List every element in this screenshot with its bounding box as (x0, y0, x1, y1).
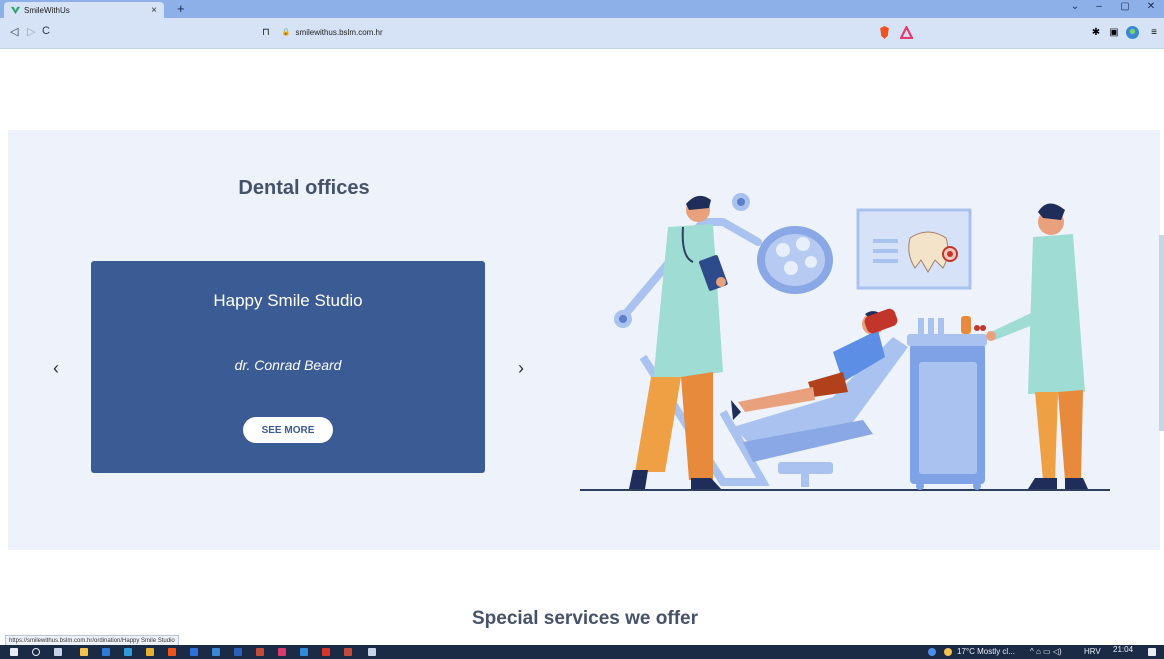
menu-icon[interactable]: ≡ (1146, 24, 1162, 40)
windows-start-icon[interactable] (10, 648, 18, 656)
app-icon[interactable] (368, 648, 376, 656)
tab-close-icon[interactable]: × (148, 5, 160, 16)
app-icon[interactable] (212, 648, 220, 656)
browser-tab-strip: SmileWithUs × + ⌄ – ▢ ✕ (0, 0, 1164, 18)
doctor-name: dr. Conrad Beard (234, 357, 342, 373)
see-more-button[interactable]: SEE MORE (243, 417, 333, 443)
sidebar-icon[interactable]: ▣ (1106, 24, 1122, 40)
clock-time[interactable]: 21:04 (1113, 645, 1133, 654)
filezilla-icon[interactable] (322, 648, 330, 656)
tray-icons[interactable]: ^ ⌂ ▭ ◁) (1030, 647, 1062, 656)
page-content: Dental offices ‹ Happy Smile Studio dr. … (0, 49, 1164, 645)
close-window-icon[interactable]: ✕ (1144, 1, 1158, 12)
carousel-prev-button[interactable]: ‹ (46, 358, 66, 378)
weather-text[interactable]: 17°C Mostly cl... (957, 647, 1015, 656)
office-name: Happy Smile Studio (213, 291, 363, 310)
back-icon[interactable]: ◁ (10, 25, 18, 38)
brave-shield-icon[interactable] (876, 24, 892, 40)
brave-icon[interactable] (168, 648, 176, 656)
brave-rewards-icon[interactable] (898, 24, 914, 40)
bookmark-icon[interactable]: ⊓ (262, 27, 270, 38)
weather-icon[interactable] (944, 648, 952, 656)
browser-toolbar: ◁ ▷ C ⊓ 🔒 smilewithus.bslm.com.hr ✱ ▣ ≡ (0, 18, 1164, 49)
task-view-icon[interactable] (54, 648, 62, 656)
chrome-icon[interactable] (146, 648, 154, 656)
search-icon[interactable] (32, 648, 40, 656)
reload-icon[interactable]: C (42, 25, 50, 37)
new-tab-button[interactable]: + (177, 1, 185, 16)
browser-tab[interactable]: SmileWithUs × (4, 2, 164, 18)
file-explorer-icon[interactable] (80, 648, 88, 656)
tab-search-chevron-icon[interactable]: ⌄ (1068, 1, 1082, 12)
language-indicator[interactable]: HRV (1084, 647, 1101, 656)
lock-icon: 🔒 (281, 29, 291, 36)
word-icon[interactable] (234, 648, 242, 656)
store-icon[interactable] (102, 648, 110, 656)
app-icon[interactable] (344, 648, 352, 656)
app-icon[interactable] (278, 648, 286, 656)
os-taskbar: 17°C Mostly cl... ^ ⌂ ▭ ◁) HRV 21:04 (0, 645, 1164, 659)
carousel-next-button[interactable]: › (511, 358, 531, 378)
minimize-icon[interactable]: – (1092, 1, 1106, 12)
status-link-preview: https://smilewithus.bslm.com.hr/ordinati… (5, 635, 179, 645)
address-bar[interactable]: ⊓ 🔒 smilewithus.bslm.com.hr (262, 23, 962, 41)
special-services-heading: Special services we offer (471, 608, 698, 629)
dental-offices-heading: Dental offices (238, 177, 370, 199)
vscode-icon[interactable] (300, 648, 308, 656)
restore-icon[interactable]: ▢ (1118, 1, 1132, 12)
extensions-icon[interactable]: ✱ (1088, 24, 1104, 40)
forward-icon[interactable]: ▷ (27, 25, 35, 38)
app-icon[interactable] (190, 648, 198, 656)
url-text: smilewithus.bslm.com.hr (295, 27, 383, 37)
mail-icon[interactable] (124, 648, 132, 656)
site-favicon-icon (10, 5, 20, 15)
dental-offices-section: Dental offices ‹ Happy Smile Studio dr. … (8, 130, 1160, 550)
page-scrollbar[interactable] (1159, 235, 1164, 431)
dental-clinic-illustration (580, 193, 1110, 491)
tab-title: SmileWithUs (24, 5, 70, 15)
profile-avatar-icon[interactable] (1124, 24, 1140, 40)
help-icon[interactable] (928, 648, 936, 656)
app-icon[interactable] (256, 648, 264, 656)
office-card: Happy Smile Studio dr. Conrad Beard SEE … (91, 261, 485, 473)
notifications-icon[interactable] (1148, 648, 1156, 656)
